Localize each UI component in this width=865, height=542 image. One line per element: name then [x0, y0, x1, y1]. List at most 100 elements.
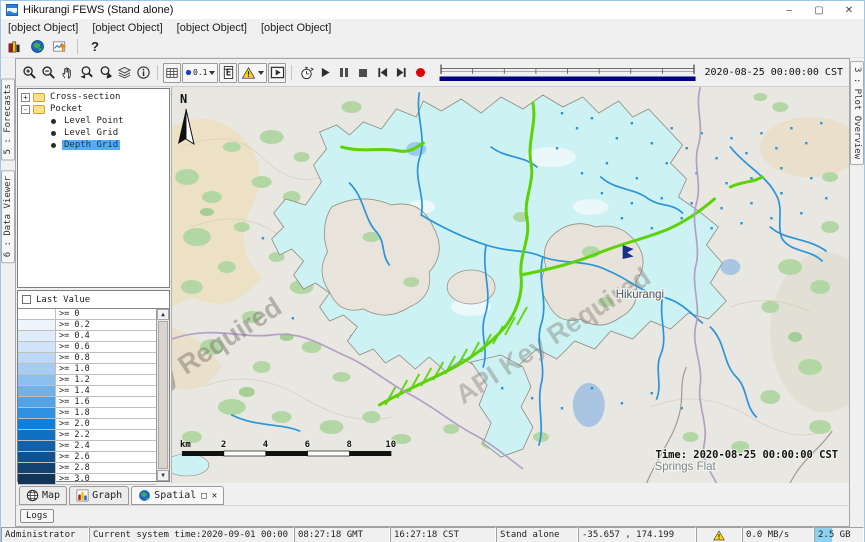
legend-threshold-label: >= 2.6: [56, 452, 156, 462]
record-icon[interactable]: [411, 63, 429, 83]
legend-color-swatch: [18, 430, 56, 440]
tab-map[interactable]: Map: [19, 486, 67, 505]
grid-icon[interactable]: [163, 63, 181, 83]
warning-dropdown-icon[interactable]: [238, 63, 267, 83]
tree-item-label[interactable]: Level Point: [62, 116, 126, 126]
minimize-button[interactable]: –: [774, 1, 804, 19]
threshold-dot-icon: [185, 69, 192, 76]
step-forward-icon[interactable]: [392, 63, 410, 83]
legend-threshold-label: >= 0.8: [56, 353, 156, 363]
layer-bullet-icon: [51, 119, 56, 124]
status-user: Administrator: [1, 527, 89, 542]
app-logo-icon: [6, 4, 18, 16]
status-warning-cell[interactable]: [696, 527, 742, 542]
legend-color-swatch: [18, 375, 56, 385]
close-button[interactable]: ✕: [834, 1, 864, 19]
svg-text:N: N: [180, 92, 187, 106]
legend-color-swatch: [18, 441, 56, 451]
step-back-icon[interactable]: [373, 63, 391, 83]
tab-map-label: Map: [42, 490, 60, 501]
map-display-icon[interactable]: [27, 37, 47, 56]
tab-close-icon[interactable]: ✕: [212, 491, 217, 501]
scroll-up-icon[interactable]: ▲: [157, 309, 169, 320]
tab-plot-overview[interactable]: 3 : Plot Overview: [850, 61, 864, 165]
globe-icon: [138, 489, 151, 502]
tab-data-viewer[interactable]: 6 : Data Viewer: [1, 170, 15, 263]
tree-item[interactable]: + Cross-section: [18, 91, 169, 103]
layers-icon[interactable]: [115, 63, 133, 83]
menubar: [object Object][object Object][object Ob…: [1, 19, 864, 36]
timeline-date-label: 2020-08-25 00:00:00 CST: [705, 67, 845, 78]
legend-threshold-label: >= 1.0: [56, 364, 156, 374]
tree-item-label[interactable]: Depth Grid: [62, 140, 120, 150]
tree-item[interactable]: - Pocket: [18, 103, 169, 115]
timeseries-display-icon[interactable]: [50, 37, 70, 56]
pause-icon[interactable]: [335, 63, 353, 83]
folder-icon: [33, 93, 45, 102]
timeline-slider[interactable]: [438, 63, 697, 83]
threshold-dropdown[interactable]: 0.1: [182, 63, 218, 83]
content-area: + Cross-section - Pocket: [16, 87, 849, 483]
tree-item-label[interactable]: Pocket: [48, 104, 85, 114]
svg-text:km: km: [180, 440, 191, 450]
tab-maximize-icon[interactable]: □: [201, 491, 206, 501]
scroll-down-icon[interactable]: ▼: [157, 470, 169, 481]
svg-text:2: 2: [221, 440, 226, 450]
map-time-label: Time: 2020-08-25 00:00:00 CST: [656, 449, 839, 461]
tree-item[interactable]: Level Grid: [18, 127, 169, 139]
tree-item-label[interactable]: Cross-section: [48, 92, 122, 102]
legend-color-swatch: [18, 309, 56, 319]
legend-threshold-label: >= 0.6: [56, 342, 156, 352]
legend-threshold-label: >= 2.2: [56, 430, 156, 440]
legend-row: >= 1.0: [18, 364, 156, 375]
toolbar-separator: [157, 65, 158, 80]
status-gmt-time: 08:27:18 GMT: [294, 527, 390, 542]
legend-row: >= 1.4: [18, 386, 156, 397]
map-canvas[interactable]: API Key Required API Key Required Hikura…: [171, 87, 849, 483]
legend-color-swatch: [18, 463, 56, 473]
place-label-area: Springs Flat: [655, 461, 717, 473]
tree-expander[interactable]: +: [21, 93, 30, 102]
stop-icon[interactable]: [354, 63, 372, 83]
threshold-value: 0.1: [193, 68, 207, 77]
open-display-icon[interactable]: [268, 63, 286, 83]
tree-item[interactable]: Level Point: [18, 115, 169, 127]
tree-item-label[interactable]: Level Grid: [62, 128, 120, 138]
tab-forecasts[interactable]: 5 : Forecasts: [1, 78, 15, 160]
layer-bullet-icon: [51, 131, 56, 136]
play-icon[interactable]: [316, 63, 334, 83]
zoom-in-icon[interactable]: [20, 63, 38, 83]
legend-rows: >= 0 >= 0.2 >= 0.4: [18, 309, 156, 481]
tab-spatial[interactable]: Spatial □ ✕: [131, 486, 224, 505]
legend-row: >= 2.6: [18, 452, 156, 463]
tree-expander[interactable]: -: [21, 105, 30, 114]
tab-spatial-label: Spatial: [154, 490, 196, 501]
last-value-checkbox[interactable]: [22, 295, 31, 304]
legend-row: >= 2.4: [18, 441, 156, 452]
chevron-down-icon: [209, 71, 215, 75]
animation-settings-icon[interactable]: [297, 63, 315, 83]
zoom-next-icon[interactable]: [96, 63, 114, 83]
status-bar: Administrator Current system time:2020-0…: [1, 527, 864, 542]
legend-scrollbar[interactable]: ▲ ▼: [156, 309, 169, 481]
pan-icon[interactable]: [58, 63, 76, 83]
menu-item[interactable]: [object Object]: [170, 21, 254, 35]
menu-item[interactable]: [object Object]: [1, 21, 85, 35]
scroll-thumb[interactable]: [158, 321, 168, 469]
zoom-out-icon[interactable]: [39, 63, 57, 83]
tab-graph[interactable]: Graph: [69, 486, 129, 505]
workspace-row: 5 : Forecasts 6 : Data Viewer: [1, 58, 864, 527]
menu-item[interactable]: [object Object]: [85, 21, 169, 35]
tree-item[interactable]: Depth Grid: [18, 139, 169, 151]
info-icon[interactable]: [134, 63, 152, 83]
maximize-button[interactable]: ▢: [804, 1, 834, 19]
legend-row: >= 0.2: [18, 320, 156, 331]
grid-display-icon[interactable]: [4, 37, 24, 56]
legend-classify-icon[interactable]: E: [219, 63, 237, 83]
legend-row: >= 0.6: [18, 342, 156, 353]
help-icon[interactable]: ?: [85, 37, 105, 56]
zoom-previous-icon[interactable]: [77, 63, 95, 83]
menu-item[interactable]: [object Object]: [254, 21, 338, 35]
logs-button[interactable]: Logs: [20, 509, 54, 523]
tab-graph-label: Graph: [92, 490, 122, 501]
